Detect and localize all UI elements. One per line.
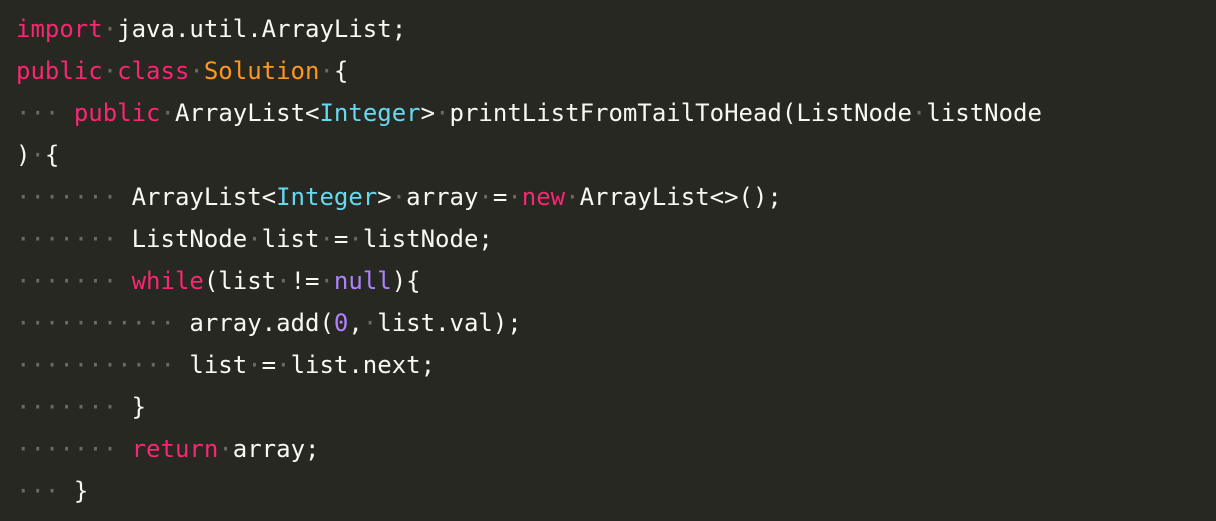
- whitespace-marker: ·: [189, 57, 204, 85]
- whitespace-marker: ···: [16, 99, 60, 127]
- whitespace-marker: ·: [319, 225, 334, 253]
- code-token: ,: [348, 309, 363, 337]
- code-token: 0: [333, 309, 349, 337]
- whitespace-marker: ·······: [16, 183, 118, 211]
- code-line[interactable]: import·java.util.ArrayList;: [16, 17, 1216, 59]
- code-token: list.val);: [377, 309, 522, 337]
- whitespace-marker: ·: [276, 267, 291, 295]
- code-token: {: [333, 57, 349, 85]
- code-token: >: [420, 99, 436, 127]
- whitespace-marker: ·······: [16, 225, 118, 253]
- whitespace-marker: ·: [319, 267, 334, 295]
- code-line[interactable]: ······· ListNode·list·=·listNode;: [16, 227, 1216, 269]
- code-line[interactable]: ··· }: [16, 479, 1216, 521]
- whitespace-marker: ···········: [16, 309, 175, 337]
- code-token: listNode: [926, 99, 1042, 127]
- whitespace-marker: ·: [911, 99, 927, 127]
- code-token: }: [73, 477, 89, 505]
- code-token: =: [333, 225, 349, 253]
- code-line[interactable]: public·class·Solution·{: [16, 59, 1216, 101]
- whitespace-marker: ·······: [16, 267, 118, 295]
- code-editor[interactable]: import·java.util.ArrayList; public·class·…: [0, 0, 1216, 503]
- code-token: =: [261, 351, 277, 379]
- code-line[interactable]: ······· while(list·!=·null){: [16, 269, 1216, 311]
- whitespace-marker: ·: [391, 183, 407, 211]
- code-token: >: [377, 183, 392, 211]
- code-token: !=: [290, 267, 320, 295]
- whitespace-marker: ·: [247, 225, 262, 253]
- code-token: class: [117, 57, 190, 85]
- code-token: public: [16, 57, 103, 85]
- whitespace-marker: ·: [319, 57, 334, 85]
- code-token: array.add(: [189, 309, 334, 337]
- code-token: java.util.ArrayList;: [117, 15, 407, 43]
- whitespace-marker: ·: [102, 15, 118, 43]
- whitespace-marker: ·: [435, 99, 450, 127]
- code-token: {: [44, 141, 60, 169]
- code-token: ArrayList<: [174, 99, 320, 127]
- code-line[interactable]: ··········· array.add(0,·list.val);: [16, 311, 1216, 353]
- code-token: =: [492, 183, 508, 211]
- whitespace-marker: ·: [247, 351, 262, 379]
- whitespace-marker: ···: [16, 477, 60, 505]
- code-token: ): [16, 141, 31, 169]
- code-line[interactable]: ··· public·ArrayList<Integer>·printListF…: [16, 101, 1216, 143]
- code-line[interactable]: ······· ArrayList<Integer>·array·=·new·A…: [16, 185, 1216, 227]
- code-token: ArrayList<>();: [579, 183, 782, 211]
- code-token: listNode;: [362, 225, 493, 253]
- code-token: public: [73, 99, 161, 127]
- code-line[interactable]: ······· }: [16, 395, 1216, 437]
- whitespace-marker: ·: [507, 183, 522, 211]
- code-token: Solution: [203, 57, 320, 85]
- whitespace-marker: ·: [565, 183, 580, 211]
- code-token: import: [16, 15, 103, 43]
- code-line[interactable]: ······· return·array;: [16, 437, 1216, 479]
- whitespace-marker: ·······: [16, 435, 118, 463]
- whitespace-marker: ·······: [16, 393, 118, 421]
- code-token: Integer: [276, 183, 378, 211]
- whitespace-marker: ·: [30, 141, 45, 169]
- code-token: new: [521, 183, 566, 211]
- whitespace-marker: ·: [218, 435, 233, 463]
- whitespace-marker: ···········: [16, 351, 175, 379]
- code-line[interactable]: ··········· list·=·list.next;: [16, 353, 1216, 395]
- code-token: array: [406, 183, 479, 211]
- code-token: ListNode: [131, 225, 248, 253]
- whitespace-marker: ·: [102, 57, 118, 85]
- whitespace-marker: ·: [478, 183, 493, 211]
- whitespace-marker: ·: [160, 99, 175, 127]
- code-token: Integer: [319, 99, 421, 127]
- code-token: list.next;: [290, 351, 436, 379]
- code-token: ){: [391, 267, 421, 295]
- code-token: while: [131, 267, 204, 295]
- code-token: list: [261, 225, 320, 253]
- code-token: (list: [203, 267, 277, 295]
- whitespace-marker: ·: [362, 309, 378, 337]
- code-token: return: [131, 435, 219, 463]
- code-token: list: [189, 351, 248, 379]
- code-token: null: [333, 267, 392, 295]
- code-token: array;: [232, 435, 320, 463]
- code-token: }: [131, 393, 147, 421]
- code-token: printListFromTailToHead(ListNode: [449, 99, 912, 127]
- code-lines: import·java.util.ArrayList; public·class·…: [16, 17, 1216, 521]
- code-token: ArrayList<: [131, 183, 277, 211]
- code-line[interactable]: )·{: [16, 143, 1216, 185]
- whitespace-marker: ·: [276, 351, 291, 379]
- whitespace-marker: ·: [348, 225, 363, 253]
